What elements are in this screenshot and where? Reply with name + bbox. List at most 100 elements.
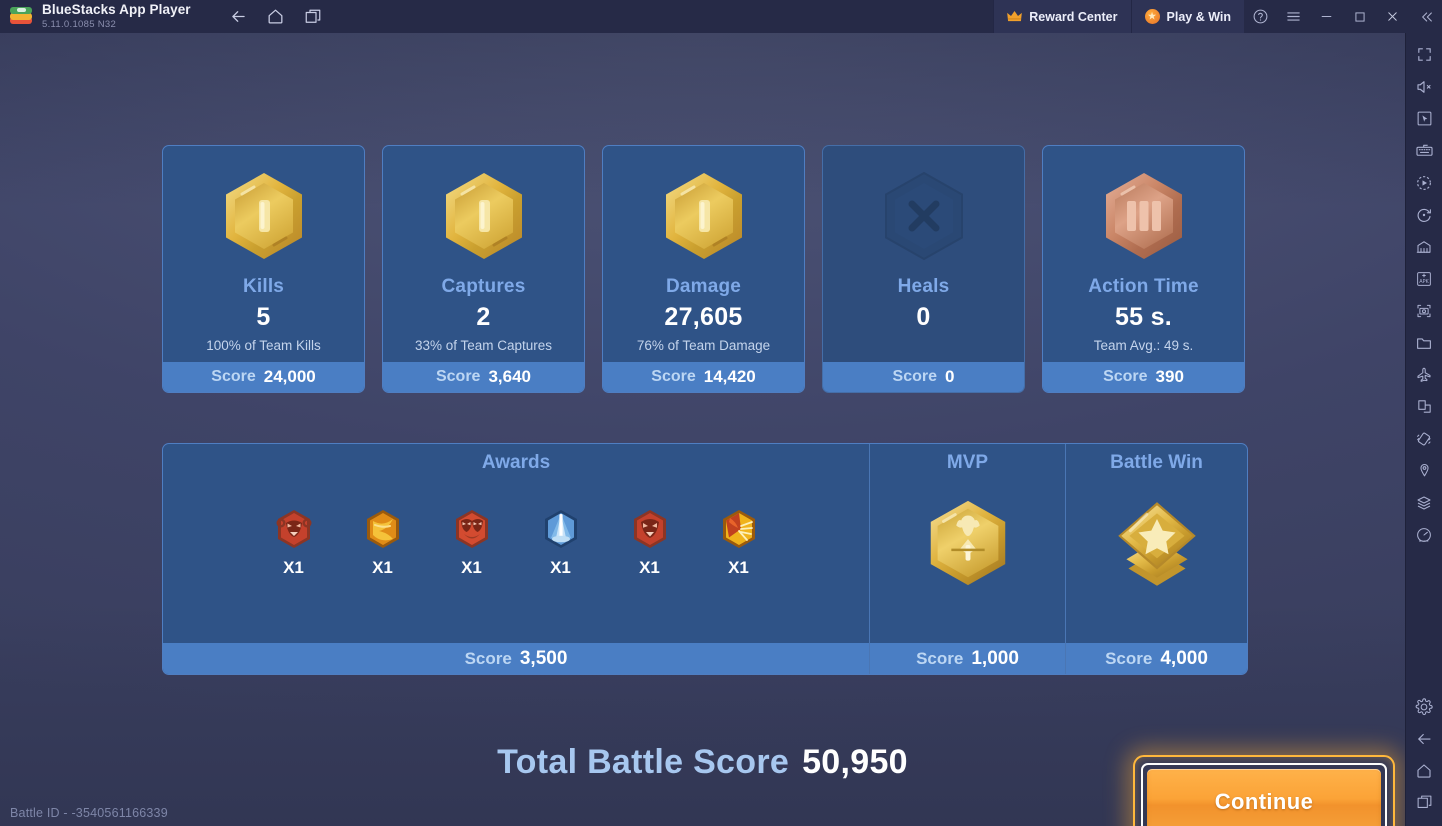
stat-label: Captures xyxy=(441,276,526,297)
folder-icon xyxy=(1417,337,1431,349)
award-item[interactable]: X1 xyxy=(450,507,494,578)
arrow-left-icon xyxy=(1418,733,1431,744)
score-value: 0 xyxy=(945,367,955,386)
stat-sub: 76% of Team Damage xyxy=(636,338,771,353)
awards-panel: Awards X1 X1 X1 X1 X1 X1 Score 3,500 MVP… xyxy=(162,443,1248,675)
reward-center-button[interactable]: Reward Center xyxy=(993,0,1131,33)
stat-score-bar: Score 0 xyxy=(823,362,1024,392)
red-beast-icon xyxy=(628,507,672,551)
stat-value: 2 xyxy=(476,303,491,331)
gold-hex-medal xyxy=(432,164,536,268)
help-button[interactable] xyxy=(1244,0,1277,33)
award-count: X1 xyxy=(372,558,393,577)
sidebar-item-settings[interactable] xyxy=(1409,691,1440,722)
bluestacks-logo xyxy=(10,6,32,28)
score-word: Score xyxy=(1103,368,1148,385)
app-version: 5.11.0.1085 N32 xyxy=(42,18,117,30)
score-word: Score xyxy=(1105,648,1153,668)
window-controls xyxy=(1244,0,1442,33)
minimize-button[interactable] xyxy=(1310,0,1343,33)
titlebar-nav xyxy=(225,4,327,30)
sidebar-item-performance[interactable] xyxy=(1409,519,1440,550)
sidebar-item-fullscreen[interactable] xyxy=(1409,39,1440,70)
close-button[interactable] xyxy=(1376,0,1409,33)
play-record-icon xyxy=(1417,175,1431,190)
app-title: BlueStacks App Player xyxy=(42,2,191,18)
sidebar-item-install-apk[interactable]: APK xyxy=(1409,263,1440,294)
sidebar-item-mute[interactable] xyxy=(1409,71,1440,102)
sidebar-item-shake[interactable] xyxy=(1409,423,1440,454)
score-word: Score xyxy=(916,648,964,668)
red-beast-ringed-icon xyxy=(272,507,316,551)
continue-highlight: Continue xyxy=(1133,755,1395,826)
continue-button[interactable]: Continue xyxy=(1147,769,1381,826)
mvp-column: MVP Score 1,000 xyxy=(870,444,1066,674)
stat-label: Damage xyxy=(665,276,742,297)
battle-win-column: Battle Win Score 4,000 xyxy=(1066,444,1247,674)
gold-star-rank-medal xyxy=(1066,494,1247,596)
stat-card-captures: Captures 2 33% of Team Captures Score 3,… xyxy=(382,145,585,393)
sidebar-item-recents[interactable] xyxy=(1409,787,1440,818)
window-split-icon xyxy=(1417,400,1431,413)
minimize-icon xyxy=(1321,16,1332,17)
score-word: Score xyxy=(464,648,512,668)
maximize-button[interactable] xyxy=(1343,0,1376,33)
empty-hex-x-medal xyxy=(872,164,976,268)
stats-row: Kills 5 100% of Team Kills Score 24,000 xyxy=(162,145,1245,393)
fullscreen-icon xyxy=(1417,48,1431,61)
sidebar-item-disk-cleanup[interactable] xyxy=(1409,487,1440,518)
battle-win-title: Battle Win xyxy=(1110,452,1203,473)
close-icon xyxy=(1388,12,1397,21)
multi-instance-button[interactable] xyxy=(299,4,327,30)
stat-score-bar: Score 24,000 xyxy=(163,362,364,392)
home-icon xyxy=(1417,763,1431,778)
menu-button[interactable] xyxy=(1277,0,1310,33)
award-item[interactable]: X1 xyxy=(628,507,672,578)
sidebar-item-media-manager[interactable] xyxy=(1409,327,1440,358)
sidebar-item-multi-window[interactable] xyxy=(1409,391,1440,422)
award-item[interactable]: X1 xyxy=(539,507,583,578)
stat-value: 0 xyxy=(916,303,931,331)
sidebar-item-multi-instance-manager[interactable] xyxy=(1409,231,1440,262)
play-and-win-label: Play & Win xyxy=(1166,9,1231,24)
tools-sidebar: APK xyxy=(1405,33,1442,826)
score-value: 3,500 xyxy=(519,647,568,669)
sidebar-item-keymapping[interactable] xyxy=(1409,135,1440,166)
stat-card-heals: Heals 0 Score 0 xyxy=(822,145,1025,393)
home-icon xyxy=(268,9,283,24)
total-battle-score: Total Battle Score 50,950 xyxy=(497,743,908,782)
stat-score-bar: Score 14,420 xyxy=(603,362,804,392)
sidebar-item-location[interactable] xyxy=(1409,455,1440,486)
shake-icon xyxy=(1417,432,1431,445)
stat-sub: 33% of Team Captures xyxy=(414,338,553,353)
score-value: 3,640 xyxy=(488,367,531,386)
mvp-score-bar: Score 1,000 xyxy=(870,643,1065,674)
award-item[interactable]: X1 xyxy=(361,507,405,578)
sidebar-item-screenshot[interactable] xyxy=(1409,295,1440,326)
score-word: Score xyxy=(651,368,696,385)
sidebar-item-rotate[interactable] xyxy=(1409,199,1440,230)
stat-sub: 100% of Team Kills xyxy=(206,338,321,353)
sidebar-item-macro-recorder[interactable] xyxy=(1409,167,1440,198)
award-item[interactable]: X1 xyxy=(717,507,761,578)
orange-star-badge-icon: ★ xyxy=(1144,9,1160,24)
svg-text:APK: APK xyxy=(1419,279,1429,285)
continue-inner-border: Continue xyxy=(1141,763,1387,826)
sidebar-item-eco-mode[interactable] xyxy=(1409,359,1440,390)
speaker-mute-icon xyxy=(1417,80,1431,93)
game-viewport: Kills 5 100% of Team Kills Score 24,000 xyxy=(0,33,1405,826)
back-button[interactable] xyxy=(225,4,253,30)
play-and-win-button[interactable]: ★ Play & Win xyxy=(1130,0,1244,33)
score-value: 14,420 xyxy=(703,367,756,386)
stat-card-action-time: Action Time 55 s. Team Avg.: 49 s. Score… xyxy=(1042,145,1245,393)
award-item[interactable]: X1 xyxy=(272,507,316,578)
apk-install-icon: APK xyxy=(1417,271,1431,286)
layers-icon xyxy=(1417,495,1431,510)
collapse-sidebar-button[interactable] xyxy=(1409,0,1442,33)
sidebar-item-home[interactable] xyxy=(1409,755,1440,786)
sidebar-item-cursor[interactable] xyxy=(1409,103,1440,134)
double-red-beast-icon xyxy=(450,507,494,551)
awards-score-bar: Score 3,500 xyxy=(163,643,869,674)
sidebar-item-back[interactable] xyxy=(1409,723,1440,754)
home-button[interactable] xyxy=(262,4,290,30)
